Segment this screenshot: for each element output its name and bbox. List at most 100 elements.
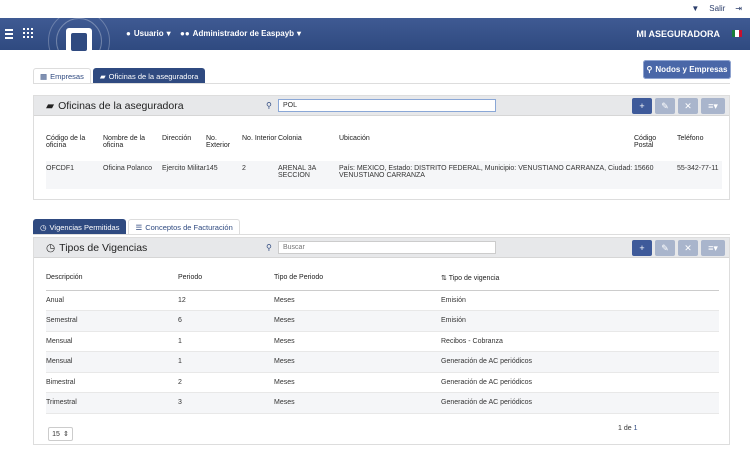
oficinas-panel-header: ▰Oficinas de la aseguradora ⚲ + ✎ ✕ ≡▾ — [34, 96, 729, 116]
cell: 2 — [178, 372, 274, 393]
col-descripcion[interactable]: Descripción — [46, 268, 178, 291]
tab-label: Oficinas de la aseguradora — [108, 71, 199, 81]
cell: Anual — [46, 290, 178, 311]
col-telefono[interactable]: Teléfono — [677, 131, 722, 161]
search-icon: ⚲ — [266, 242, 272, 252]
cell: 55-342-77-11 — [677, 161, 722, 189]
top-tabs: ▦ Empresas ▰ Oficinas de la aseguradora — [33, 68, 206, 83]
col-cp[interactable]: Código Postal — [634, 131, 677, 161]
col-ubicacion[interactable]: Ubicación — [339, 131, 634, 161]
logo[interactable] — [66, 28, 92, 56]
delete-button[interactable]: ✕ — [678, 98, 698, 114]
logout-link[interactable]: Salir — [709, 4, 725, 13]
vigencias-actions: + ✎ ✕ ≡▾ — [632, 240, 725, 256]
table-row[interactable]: Trimestral 3 Meses Generación de AC periódi… — [46, 392, 719, 414]
oficinas-table: Código de la oficina Nombre de la oficin… — [46, 131, 722, 189]
delete-button[interactable]: ✕ — [678, 240, 698, 256]
table-row[interactable]: Semestral 6 Meses Emisión — [46, 310, 719, 332]
cell: Meses — [274, 290, 441, 311]
add-button[interactable]: + — [632, 98, 652, 114]
col-periodo[interactable]: Periodo — [178, 268, 274, 291]
more-menu-button[interactable]: ≡▾ — [701, 98, 725, 114]
cell: 6 — [178, 310, 274, 332]
logout-icon[interactable]: ⇥ — [735, 4, 742, 13]
more-menu-button[interactable]: ≡▾ — [701, 240, 725, 256]
hamburger-icon[interactable] — [5, 29, 13, 39]
page-info: 1 de 1 — [618, 425, 638, 432]
cell: Mensual — [46, 351, 178, 373]
apps-grid-icon[interactable] — [23, 28, 33, 38]
user-menu[interactable]: ● Usuario ▾ — [126, 29, 171, 38]
company-title: MI ASEGURADORA — [636, 29, 720, 39]
top-bar: ▼ Salir ⇥ — [0, 0, 750, 18]
vigencias-panel-header: ◷Tipos de Vigencias ⚲ + ✎ ✕ ≡▾ — [34, 238, 729, 258]
cell: 15660 — [634, 161, 677, 189]
col-colonia[interactable]: Colonia — [278, 131, 339, 161]
page-current: 1 — [618, 425, 622, 432]
add-button[interactable]: + — [632, 240, 652, 256]
building-icon: ▦ — [40, 71, 48, 81]
cell: 145 — [206, 161, 242, 189]
cell: Recibos - Cobranza — [441, 331, 719, 352]
tab-oficinas[interactable]: ▰ Oficinas de la aseguradora — [92, 68, 206, 83]
cell: Ejercito Militar — [162, 161, 206, 189]
col-tipo-vigencia[interactable]: ⇅ Tipo de vigencia — [441, 268, 719, 291]
tab-vigencias[interactable]: ◷ Vigencias Permitidas — [33, 219, 127, 234]
edit-button[interactable]: ✎ — [655, 240, 675, 256]
table-row[interactable]: Bimestral 2 Meses Generación de AC periódic… — [46, 372, 719, 393]
cell: Mensual — [46, 331, 178, 352]
cell: Meses — [274, 372, 441, 393]
users-icon: ●● — [180, 29, 190, 38]
cell: 12 — [178, 290, 274, 311]
col-tipo-periodo[interactable]: Tipo de Periodo — [274, 268, 441, 291]
cell: Generación de AC periódicos — [441, 372, 719, 393]
search-icon: ⚲ — [266, 100, 272, 110]
tab-empresas[interactable]: ▦ Empresas — [33, 68, 91, 83]
table-row[interactable]: OFCDF1 Oficina Polanco Ejercito Militar … — [46, 161, 722, 189]
cell: Oficina Polanco — [103, 161, 162, 189]
vigencias-search-input[interactable] — [278, 240, 496, 254]
page-size-value: 15 — [52, 430, 60, 438]
table-row[interactable]: Mensual 1 Meses Generación de AC periódicos — [46, 351, 719, 373]
user-icon: ● — [126, 29, 131, 38]
col-exterior[interactable]: No. Exterior — [206, 131, 242, 161]
panel-title: Oficinas de la aseguradora — [58, 100, 184, 112]
tab-conceptos[interactable]: ☰ Conceptos de Facturación — [128, 219, 240, 234]
col-nombre[interactable]: Nombre de la oficina — [103, 131, 162, 161]
cell: Generación de AC periódicos — [441, 351, 719, 373]
nodos-button-label: Nodos y Empresas — [655, 65, 728, 74]
cell: 1 — [178, 331, 274, 352]
tab-divider — [33, 234, 730, 235]
table-row[interactable]: Anual 12 Meses Emisión — [46, 290, 719, 311]
vigencias-table: Descripción Periodo Tipo de Periodo ⇅ Ti… — [46, 268, 719, 414]
cell: OFCDF1 — [46, 161, 103, 189]
col-direccion[interactable]: Dirección — [162, 131, 206, 161]
vigencias-panel: ◷Tipos de Vigencias ⚲ + ✎ ✕ ≡▾ Descripci… — [33, 237, 730, 445]
list-icon: ☰ — [135, 222, 143, 232]
page-total-link[interactable]: 1 — [634, 425, 638, 432]
panel-title: Tipos de Vigencias — [59, 242, 148, 254]
cell: 3 — [178, 392, 274, 414]
cell: 1 — [178, 351, 274, 373]
oficinas-search-input[interactable] — [278, 98, 496, 112]
cell: Generación de AC periódicos — [441, 392, 719, 414]
cell: Semestral — [46, 310, 178, 332]
edit-button[interactable]: ✎ — [655, 98, 675, 114]
tab-label: Conceptos de Facturación — [145, 222, 233, 232]
admin-menu[interactable]: ●● Administrador de Easpayb ▾ — [180, 29, 301, 38]
tools-icon[interactable]: ▼ — [691, 4, 699, 13]
cell: Meses — [274, 392, 441, 414]
nodos-empresas-button[interactable]: ⚲ Nodos y Empresas — [643, 60, 731, 79]
clock-icon: ◷ — [46, 242, 56, 254]
oficinas-search: ⚲ — [266, 98, 496, 112]
updown-icon: ⇕ — [62, 431, 69, 438]
cell: Meses — [274, 310, 441, 332]
main-navbar: ● Usuario ▾ ●● Administrador de Easpayb … — [0, 10, 750, 72]
page-size-select[interactable]: 15 ⇕ — [48, 427, 73, 441]
bottom-tabs: ◷ Vigencias Permitidas ☰ Conceptos de Fact… — [33, 219, 240, 234]
col-codigo[interactable]: Código de la oficina — [46, 131, 103, 161]
cell: Meses — [274, 351, 441, 373]
col-interior[interactable]: No. Interior — [242, 131, 278, 161]
page-of: de — [623, 425, 632, 432]
table-row[interactable]: Mensual 1 Meses Recibos - Cobranza — [46, 331, 719, 352]
